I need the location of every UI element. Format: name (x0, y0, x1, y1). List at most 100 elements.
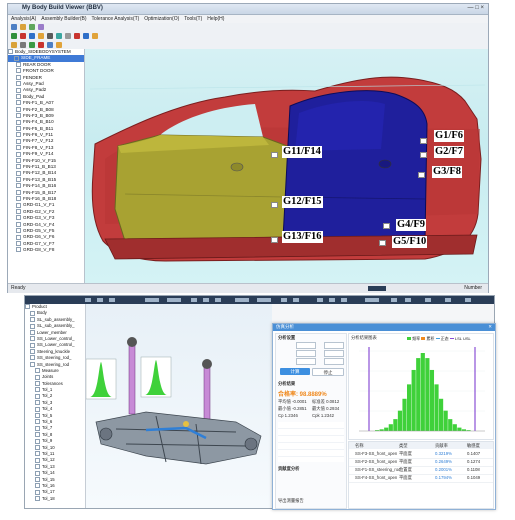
dialog-title: 仿真分析 (276, 324, 294, 329)
tool-icon[interactable] (74, 33, 80, 39)
menu-bar: Analysis(A) Assembly Builder(B) Toleranc… (8, 15, 488, 23)
legend-freq: 频率 (412, 336, 421, 341)
histogram-bar (397, 410, 403, 431)
status-ready: Ready (11, 285, 26, 291)
window-controls[interactable]: — □ × (468, 5, 484, 11)
legend-lsl: LSL (454, 336, 462, 341)
tool-icon[interactable] (38, 42, 44, 48)
histogram-bar (420, 353, 425, 431)
table-cell: SS-F1-SS_steering_rod (355, 467, 401, 472)
product-tree: Product Body SL_sub_assembly_ SL_sub_assem… (25, 304, 86, 508)
label-g4-f9: G4/F9 (396, 219, 426, 231)
car-body-viewer-window: My Body Build Viewer (BBV) — □ × Analysi… (7, 3, 489, 293)
histogram-bar (416, 358, 421, 431)
tool-icon[interactable] (83, 33, 89, 39)
model-tree: Body_SIDEBODYSYSTEM SIDE_FRAME REAR DOOR… (8, 49, 85, 283)
tree-item[interactable]: GRD-G8_V_F8 (8, 247, 84, 253)
histogram-bar (411, 369, 416, 431)
tree-item[interactable]: Tol_18 (25, 496, 85, 502)
setting-field[interactable] (324, 342, 344, 349)
tool-icon[interactable] (56, 42, 62, 48)
menu-optimization[interactable]: Optimization(O) (144, 16, 179, 22)
histogram-chart (359, 347, 485, 432)
settings-icon[interactable] (38, 24, 44, 30)
setting-field[interactable] (324, 350, 344, 357)
open-icon[interactable] (20, 24, 26, 30)
tool-icon[interactable] (20, 33, 26, 39)
3d-viewport[interactable]: G1/F6 G2/F7 G3/F8 G4/F9 G5/F10 G11/F14 G… (85, 49, 488, 283)
save-icon[interactable] (29, 24, 35, 30)
table-cell: 0.1407 (467, 451, 481, 456)
table-row[interactable]: SS-F4-SS_front_open 平面度 0.1794% 0.1049 (349, 474, 493, 483)
histogram-bar (448, 419, 453, 431)
col-contrib[interactable]: 贡献率 (435, 443, 448, 449)
tool-icon[interactable] (47, 33, 53, 39)
stat-min: 最小值 -0.2851 (278, 406, 307, 411)
toolbar-icons[interactable] (25, 296, 494, 304)
stat-cp: Cp 1.2346 (278, 413, 298, 418)
menu-help[interactable]: Help(H) (207, 16, 224, 22)
table-cell: 0.1274 (467, 459, 481, 464)
table-cell: 0.1108 (467, 467, 480, 472)
histogram-bar (407, 384, 412, 431)
suspension-viewport[interactable] (86, 304, 272, 508)
tool-icon[interactable] (65, 33, 71, 39)
toolbar-2 (8, 32, 488, 41)
settings-panel: 分析设置 计算 停止 分析结果 合格率: 98.8889% 平均值 -0.000… (275, 333, 347, 509)
col-sens[interactable]: 敏感度 (467, 443, 480, 449)
contribution-table: 名称 类型 贡献率 敏感度 SS-F3-SS_front_open 平面度 0.32… (348, 441, 494, 509)
table-header: 名称 类型 贡献率 敏感度 (349, 442, 493, 449)
new-icon[interactable] (11, 24, 17, 30)
tool-icon[interactable] (56, 33, 62, 39)
label-g12-f15: G12/F15 (282, 196, 323, 208)
chart-legend: 频率 累积 正态 LSL USL (407, 336, 471, 341)
tool-icon[interactable] (47, 42, 53, 48)
histogram-bar (429, 369, 435, 431)
menu-tolerance[interactable]: Tolerance Analysis(T) (92, 16, 140, 22)
chart-tab[interactable]: 分析结果图表 (351, 335, 377, 341)
car-body-model (89, 76, 486, 262)
legend-normal: 正态 (440, 336, 449, 341)
tool-icon[interactable] (92, 33, 98, 39)
table-cell: 0.2001% (435, 467, 452, 472)
tool-icon[interactable] (20, 42, 26, 48)
col-type[interactable]: 类型 (399, 443, 408, 449)
export-report-link[interactable]: 导出测量报告 (278, 498, 304, 504)
tool-icon[interactable] (11, 42, 17, 48)
window-title: My Body Build Viewer (BBV) (22, 5, 103, 11)
stat-cpk: Cpk 1.2342 (312, 413, 334, 418)
tolerance-analysis-window: Product Body SL_sub_assembly_ SL_sub_assem… (24, 295, 496, 510)
stat-mean: 平均值 -0.0001 (278, 399, 307, 404)
histogram-bar (425, 358, 430, 431)
tool-icon[interactable] (29, 33, 35, 39)
stat-std: 标准差 0.0812 (312, 399, 340, 404)
legend-usl: USL (462, 336, 471, 341)
tool-icon[interactable] (11, 33, 17, 39)
histogram-bar (457, 427, 462, 431)
result-heading: 分析结果 (278, 381, 296, 386)
run-button[interactable]: 计算 (280, 368, 310, 375)
title-bar: My Body Build Viewer (BBV) — □ × (8, 4, 488, 15)
menu-analysis[interactable]: Analysis(A) (11, 16, 36, 22)
label-g3-f8: G3/F8 (432, 166, 462, 178)
close-icon[interactable]: ✕ (488, 324, 492, 330)
setting-field[interactable] (296, 350, 316, 357)
setting-field[interactable] (324, 358, 344, 365)
stop-button[interactable]: 停止 (312, 368, 344, 376)
histogram-bar (461, 429, 467, 431)
menu-assembly[interactable]: Assembly Builder(B) (41, 16, 86, 22)
stat-max: 最大值 0.2934 (312, 406, 340, 411)
histogram-bar (384, 427, 389, 431)
table-cell: 平面度 (399, 451, 412, 456)
histogram-bar (434, 384, 439, 431)
tool-icon[interactable] (29, 42, 35, 48)
col-name[interactable]: 名称 (355, 443, 364, 449)
status-indicator (368, 286, 386, 291)
tool-icon[interactable] (38, 33, 44, 39)
setting-field[interactable] (296, 358, 316, 365)
label-g11-f14: G11/F14 (282, 146, 322, 158)
dialog-title-bar: 仿真分析 ✕ (273, 324, 495, 331)
histogram-bar (452, 424, 457, 431)
menu-tools[interactable]: Tools(T) (184, 16, 202, 22)
setting-field[interactable] (296, 342, 316, 349)
